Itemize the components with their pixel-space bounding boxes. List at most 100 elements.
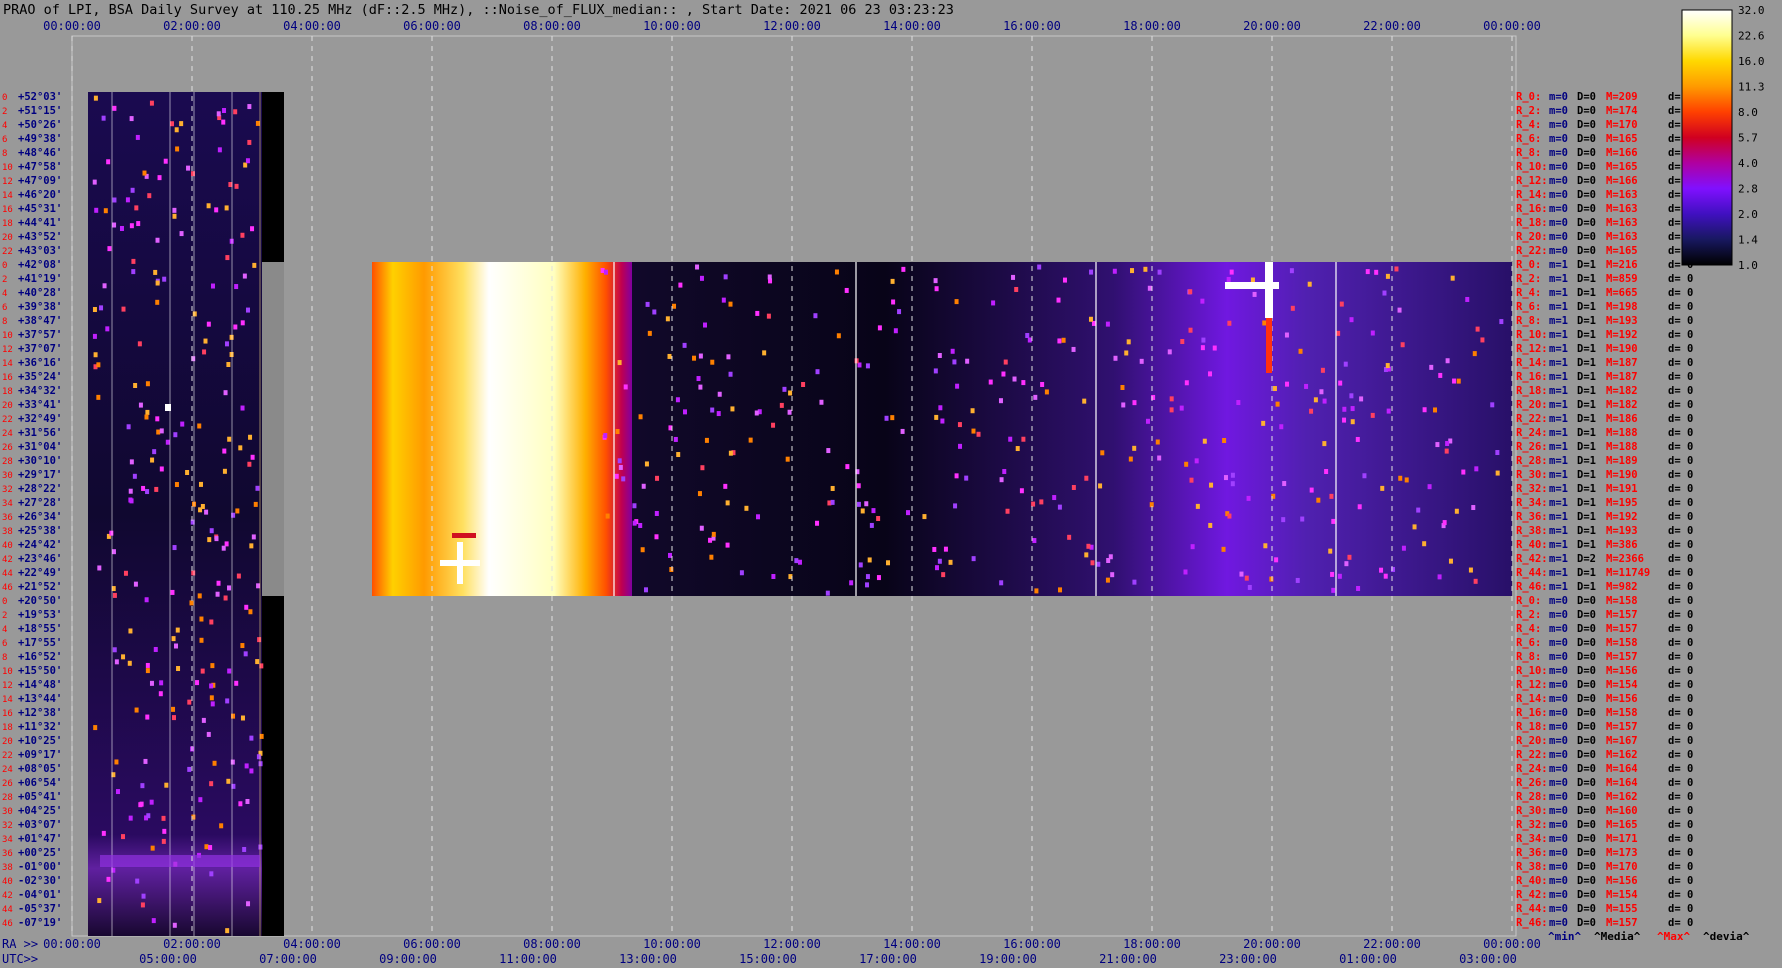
colorbar [1681, 9, 1733, 266]
beam-id: R_14: [1516, 357, 1548, 369]
beam-devia: d= [1668, 203, 1681, 215]
noise-pixel [964, 475, 969, 481]
declination-label: +21°52' [18, 581, 62, 593]
beam-id: R_46: [1516, 581, 1548, 593]
beam-id: R_42: [1516, 553, 1548, 565]
noise-pixel [245, 798, 250, 804]
noise-pixel [197, 423, 202, 429]
noise-pixel [755, 310, 760, 316]
beam-id: R_10: [1516, 161, 1548, 173]
noise-pixel [787, 409, 792, 415]
beam-id: R_44: [1516, 903, 1548, 915]
beam-min: m=0 [1549, 903, 1568, 915]
row-index: 0 [2, 93, 7, 103]
beam-max: M=186 [1606, 413, 1638, 425]
noise-pixel [93, 725, 98, 731]
row-index: 46 [2, 583, 13, 593]
noise-pixel [1222, 438, 1227, 444]
declination-label: -01°00' [18, 861, 62, 873]
noise-pixel [172, 922, 177, 928]
noise-pixel [223, 595, 228, 601]
noise-pixel [788, 390, 793, 396]
row-index: 34 [2, 499, 13, 509]
beam-min: m=1 [1549, 315, 1568, 327]
noise-pixel [1472, 351, 1477, 357]
noise-pixel [145, 381, 150, 387]
utc-tick-label: 09:00:00 [379, 952, 437, 966]
row-index: 16 [2, 205, 13, 215]
beam-min: m=1 [1549, 273, 1568, 285]
noise-pixel [131, 258, 136, 264]
noise-pixel [135, 878, 140, 884]
top-tick-label: 10:00:00 [643, 19, 701, 33]
beam-min: m=0 [1549, 693, 1568, 705]
beam-id: R_36: [1516, 511, 1548, 523]
noise-pixel [1444, 448, 1449, 454]
beam-id: R_0: [1516, 595, 1541, 607]
noise-pixel [785, 456, 790, 462]
row-index: 24 [2, 429, 13, 439]
noise-pixel [1319, 389, 1324, 395]
beam-min: m=1 [1549, 357, 1568, 369]
noise-pixel [93, 352, 98, 358]
noise-pixel [937, 352, 942, 358]
beam-median: D=0 [1577, 665, 1596, 677]
noise-pixel [255, 485, 260, 491]
noise-pixel [1212, 345, 1217, 351]
beam-max: M=154 [1606, 889, 1638, 901]
noise-pixel [1349, 317, 1354, 323]
row-index: 14 [2, 359, 13, 369]
beam-median: D=1 [1577, 315, 1596, 327]
utc-tick-label: 23:00:00 [1219, 952, 1277, 966]
noise-pixel [210, 701, 215, 707]
beam-devia: d= 0 [1668, 875, 1693, 887]
beam-min: m=0 [1549, 623, 1568, 635]
noise-pixel [151, 918, 156, 924]
ra-tick-label: 08:00:00 [523, 937, 581, 951]
beam-median: D=1 [1577, 511, 1596, 523]
noise-pixel [976, 431, 981, 437]
noise-pixel [97, 565, 102, 571]
noise-pixel [1201, 337, 1206, 343]
beam-median: D=1 [1577, 469, 1596, 481]
noise-pixel [153, 646, 158, 652]
row-index: 2 [2, 107, 7, 117]
noise-pixel [145, 714, 150, 720]
beam-max: M=162 [1606, 749, 1638, 761]
noise-pixel [153, 269, 158, 275]
utc-tick-label: 01:00:00 [1339, 952, 1397, 966]
beam-max: M=188 [1606, 427, 1638, 439]
noise-pixel [144, 597, 149, 603]
noise-pixel [673, 436, 678, 442]
beam-max: M=170 [1606, 119, 1638, 131]
beam-min: m=1 [1549, 441, 1568, 453]
colorbar-tick-label: 22.6 [1738, 30, 1765, 43]
noise-pixel [1412, 524, 1417, 530]
beam-max: M=167 [1606, 735, 1638, 747]
noise-pixel [971, 556, 976, 562]
noise-pixel [1398, 475, 1403, 481]
beam-max: M=166 [1606, 175, 1638, 187]
noise-pixel [725, 542, 730, 548]
noise-pixel [97, 898, 102, 904]
noise-pixel [209, 619, 214, 625]
noise-pixel [159, 680, 164, 686]
declination-label: +48°46' [18, 147, 62, 159]
noise-pixel [669, 566, 674, 572]
noise-pixel [162, 276, 167, 282]
noise-pixel [226, 778, 231, 784]
noise-pixel [1019, 488, 1024, 494]
noise-pixel [174, 643, 179, 649]
noise-pixel [1499, 319, 1504, 325]
beam-id: R_12: [1516, 679, 1548, 691]
noise-pixel [133, 383, 138, 389]
beam-min: m=0 [1549, 161, 1568, 173]
noise-pixel [1382, 290, 1387, 296]
noise-pixel [1208, 522, 1213, 528]
row-index: 28 [2, 793, 13, 803]
noise-pixel [149, 799, 154, 805]
noise-pixel [1132, 579, 1137, 585]
beam-min: m=0 [1549, 175, 1568, 187]
beam-devia: d= 0 [1668, 287, 1693, 299]
noise-pixel [1005, 508, 1010, 514]
